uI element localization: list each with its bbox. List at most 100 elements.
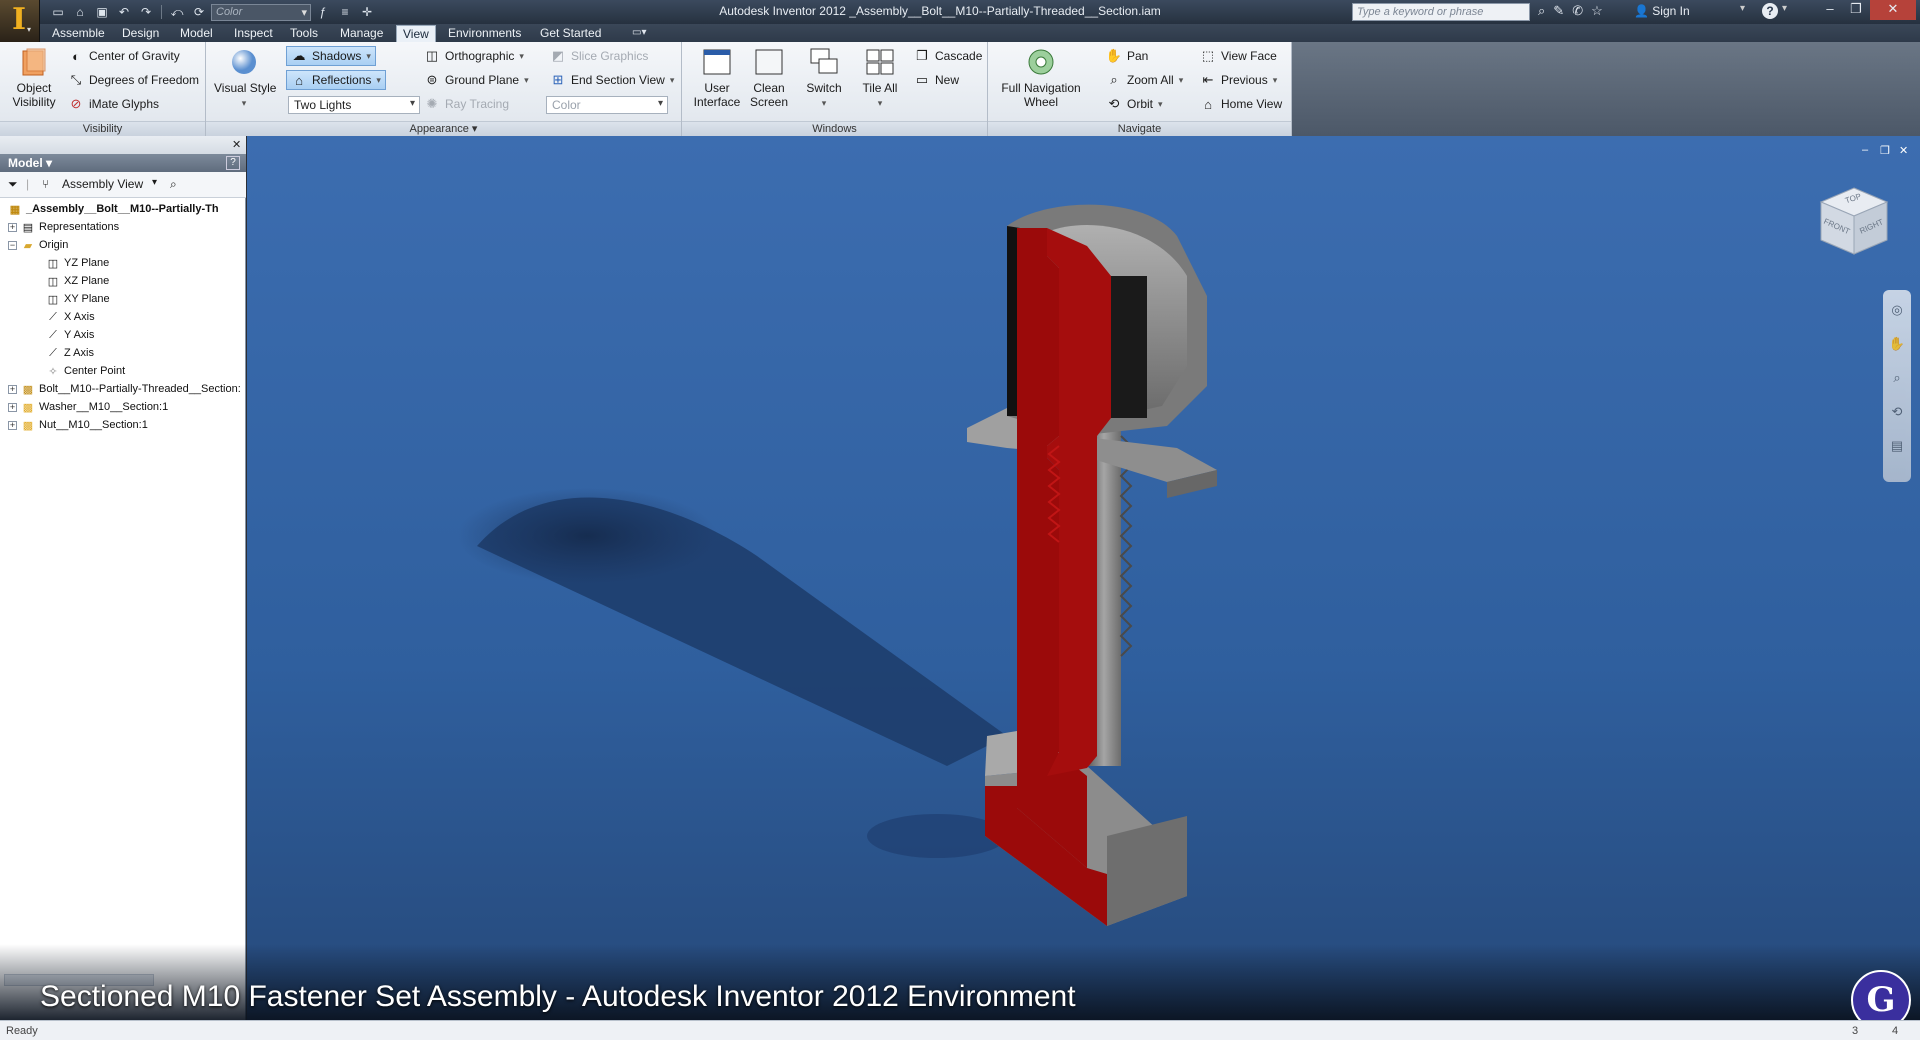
expand-icon[interactable]: + — [8, 402, 17, 412]
tree-item-xy-plane[interactable]: ◫ XY Plane — [46, 290, 110, 308]
look-at-icon[interactable]: ▤ — [1891, 438, 1903, 454]
tree-item-representations[interactable]: + ▤ Representations — [8, 218, 119, 236]
tab-design[interactable]: Design — [116, 25, 165, 42]
ray-tracing-button[interactable]: ✺ Ray Tracing — [424, 94, 509, 114]
graphics-viewport[interactable]: – ❐ ✕ TOP FRONT RIGHT — [247, 136, 1920, 1020]
user-interface-button[interactable]: User Interface — [690, 46, 744, 109]
new-file-icon[interactable]: ▭ — [48, 3, 68, 21]
tab-view[interactable]: View — [396, 25, 436, 42]
chevron-down-icon[interactable]: ▾ — [152, 177, 157, 188]
tree-item-assembly[interactable]: ▦ _Assembly__Bolt__M10--Partially-Th — [8, 200, 219, 218]
end-section-view-button[interactable]: ⊞ End Section View ▾ — [550, 70, 675, 90]
tree-item-center-point[interactable]: ✧ Center Point — [46, 362, 125, 380]
orbit-button[interactable]: ⟲ Orbit ▾ — [1106, 94, 1163, 114]
previous-view-button[interactable]: ⇤ Previous ▾ — [1200, 70, 1278, 90]
chevron-down-icon[interactable]: ▾ — [366, 51, 371, 62]
steering-wheel-icon[interactable]: ◎ — [1891, 302, 1902, 318]
close-button[interactable]: ✕ — [1870, 0, 1916, 20]
update-icon[interactable]: ⟳ — [189, 3, 209, 21]
browser-help-icon[interactable]: ? — [226, 156, 240, 170]
viewcube[interactable]: TOP FRONT RIGHT — [1817, 184, 1891, 258]
assembly-view-select[interactable]: Assembly View — [62, 177, 143, 191]
subscription-icon[interactable]: ✎ — [1553, 3, 1564, 19]
close-icon[interactable]: ✕ — [232, 138, 241, 151]
pan-button[interactable]: ✋ Pan — [1106, 46, 1148, 66]
expand-icon[interactable]: + — [8, 420, 17, 430]
tree-item-y-axis[interactable]: ⟋ Y Axis — [46, 326, 94, 344]
browser-header[interactable]: Model ▾ — [0, 154, 246, 172]
tab-assemble[interactable]: Assemble — [46, 25, 111, 42]
orbit-icon[interactable]: ⟲ — [1892, 404, 1903, 420]
tree-item-origin[interactable]: − ▰ Origin — [8, 236, 68, 254]
center-of-gravity-button[interactable]: ◐ Center of Gravity — [68, 46, 180, 66]
tab-get-started[interactable]: Get Started — [534, 25, 607, 42]
application-menu-button[interactable]: I ▾ — [0, 0, 40, 42]
zoom-all-button[interactable]: ⌕ Zoom All ▾ — [1106, 70, 1183, 90]
switch-button[interactable]: Switch ▾ — [798, 46, 850, 110]
tab-model[interactable]: Model — [174, 25, 219, 42]
chevron-down-icon[interactable]: ▾ — [376, 75, 381, 86]
pan-label: Pan — [1127, 49, 1149, 63]
slice-graphics-button[interactable]: ◩ Slice Graphics — [550, 46, 649, 66]
tree-item-nut[interactable]: + ▩ Nut__M10__Section:1 — [8, 416, 148, 434]
measure-icon[interactable]: ✛ — [357, 3, 377, 21]
tree-item-yz-plane[interactable]: ◫ YZ Plane — [46, 254, 109, 272]
object-visibility-button[interactable]: Object Visibility — [6, 46, 62, 109]
tree-item-x-axis[interactable]: ⟋ X Axis — [46, 308, 94, 326]
ground-plane-button[interactable]: ⊜ Ground Plane ▾ — [424, 70, 529, 90]
fx-parameters-icon[interactable]: ƒ — [313, 3, 333, 21]
shadows-button[interactable]: ☁ Shadows ▾ — [286, 46, 376, 66]
save-icon[interactable]: ▣ — [92, 3, 112, 21]
open-icon[interactable]: ⌂ — [70, 3, 90, 21]
orthographic-button[interactable]: ◫ Orthographic ▾ — [424, 46, 524, 66]
tab-manage[interactable]: Manage — [334, 25, 389, 42]
pan-hand-icon[interactable]: ✋ — [1889, 336, 1905, 352]
expand-icon[interactable]: + — [8, 384, 17, 394]
chevron-down-icon[interactable]: ▾ — [1740, 3, 1745, 14]
chevron-down-icon[interactable]: ▾ — [1782, 3, 1787, 14]
line-weight-icon[interactable]: ≡ — [335, 3, 355, 21]
communication-icon[interactable]: ✆ — [1572, 3, 1583, 19]
search-input[interactable]: Type a keyword or phrase — [1352, 3, 1530, 21]
tree-item-bolt[interactable]: + ▩ Bolt__M10--Partially-Threaded__Section… — [8, 380, 241, 398]
lighting-style-select[interactable]: Two Lights — [288, 96, 420, 114]
degrees-of-freedom-button[interactable]: ⤡ Degrees of Freedom — [68, 70, 199, 90]
full-navigation-wheel-button[interactable]: Full Navigation Wheel — [996, 46, 1086, 109]
favorites-icon[interactable]: ☆ — [1591, 3, 1603, 19]
tree-item-z-axis[interactable]: ⟋ Z Axis — [46, 344, 94, 362]
binoculars-icon[interactable]: ⌕ — [1538, 3, 1545, 19]
restore-button[interactable]: ❐ — [1844, 0, 1868, 20]
expand-icon[interactable]: + — [8, 222, 17, 232]
new-window-button[interactable]: ▭ New — [914, 70, 959, 90]
cascade-button[interactable]: ❐ Cascade — [914, 46, 982, 66]
color-override-select[interactable]: Color — [546, 96, 668, 114]
reflections-button[interactable]: ⌂ Reflections ▾ — [286, 70, 386, 90]
ribbon-options-icon[interactable]: ▭▾ — [632, 27, 646, 38]
filter-icon[interactable]: ⏷ — [8, 177, 18, 192]
help-button[interactable]: ? — [1762, 3, 1778, 19]
view-face-button[interactable]: ⬚ View Face — [1200, 46, 1277, 66]
find-binoculars-icon[interactable]: ⌕ — [170, 177, 177, 192]
zoom-icon[interactable]: ⌕ — [1893, 370, 1900, 386]
tab-tools[interactable]: Tools — [284, 25, 324, 42]
imate-glyphs-button[interactable]: ⊘ iMate Glyphs — [68, 94, 159, 114]
tab-environments[interactable]: Environments — [442, 25, 527, 42]
tab-inspect[interactable]: Inspect — [228, 25, 279, 42]
tree-item-washer[interactable]: + ▩ Washer__M10__Section:1 — [8, 398, 168, 416]
browser-grip[interactable] — [0, 136, 246, 154]
undo-icon[interactable]: ↶ — [114, 3, 134, 21]
clean-screen-button[interactable]: Clean Screen — [744, 46, 794, 109]
return-icon[interactable]: ⤺ — [167, 3, 187, 21]
tile-all-button[interactable]: Tile All ▾ — [854, 46, 906, 110]
tree-item-xz-plane[interactable]: ◫ XZ Plane — [46, 272, 109, 290]
tree-item-label: XZ Plane — [64, 275, 110, 287]
appearance-panel-title[interactable]: Appearance ▾ — [206, 121, 681, 136]
visual-style-button[interactable]: Visual Style ▾ — [214, 46, 276, 110]
redo-icon[interactable]: ↷ — [136, 3, 156, 21]
collapse-icon[interactable]: − — [8, 240, 17, 250]
status-bar: Ready 3 4 — [0, 1020, 1920, 1040]
color-override-select[interactable]: Color — [211, 3, 311, 21]
minimize-button[interactable]: – — [1818, 0, 1842, 20]
home-view-button[interactable]: ⌂ Home View — [1200, 94, 1282, 114]
sign-in-link[interactable]: 👤 Sign In — [1634, 4, 1690, 18]
